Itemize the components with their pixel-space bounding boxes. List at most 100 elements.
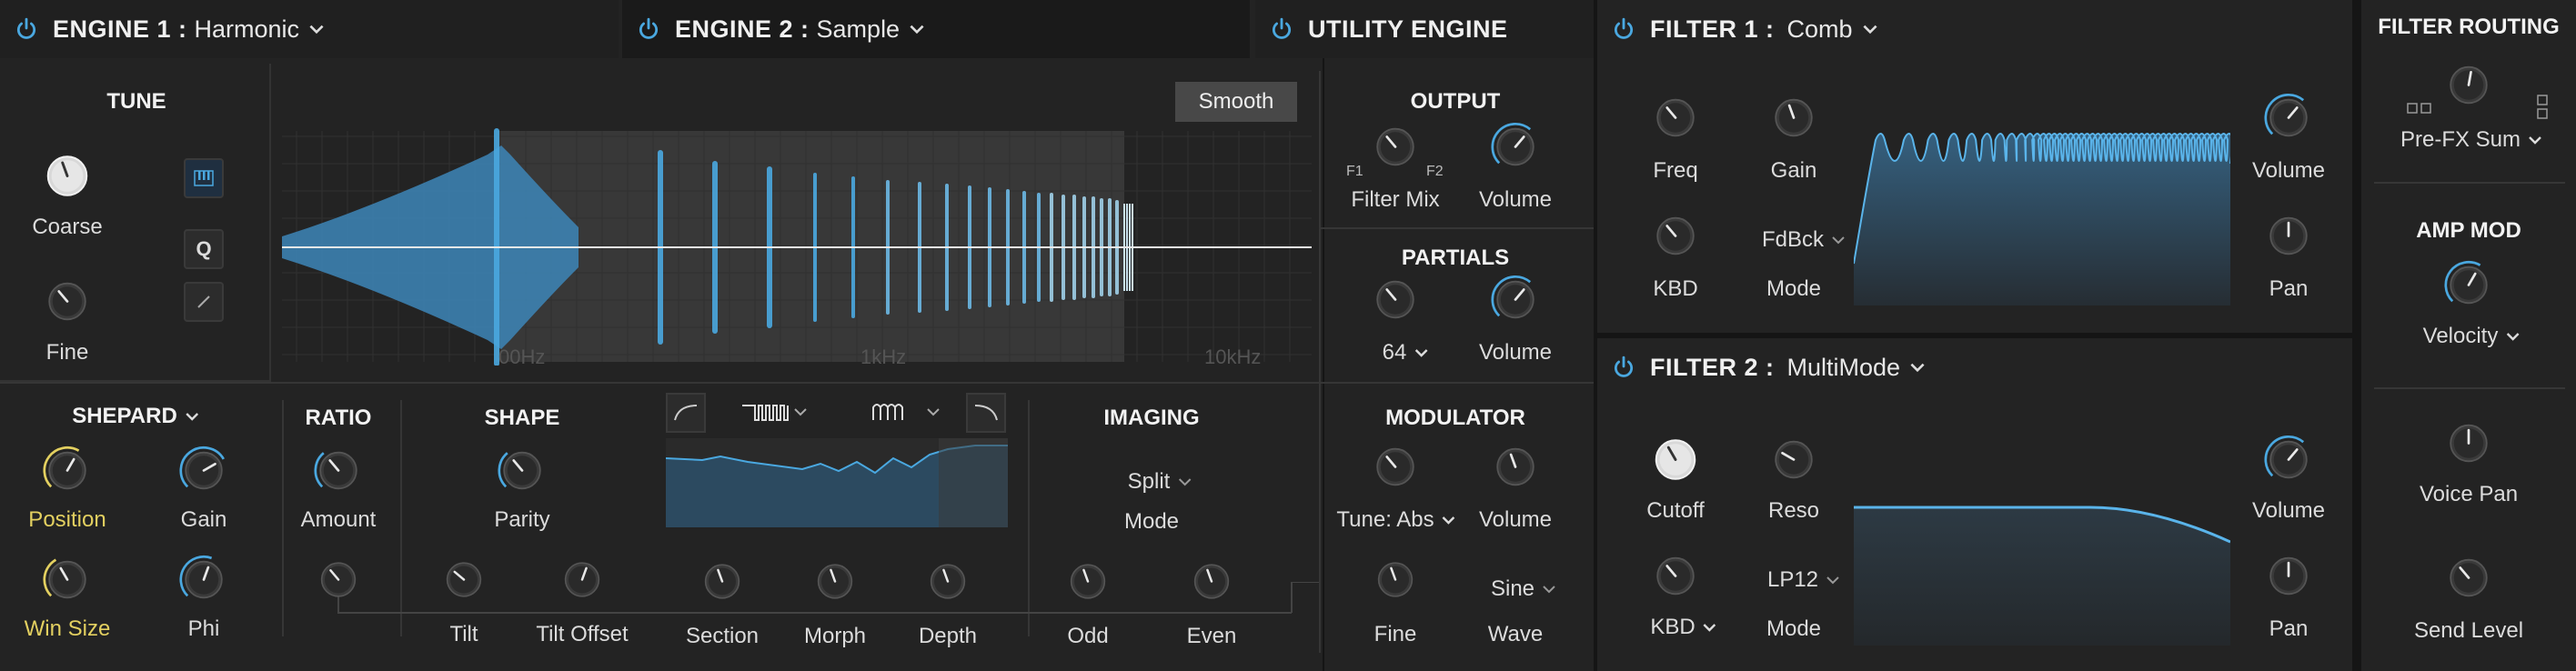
modulator-tune-knob[interactable] xyxy=(1371,443,1420,496)
chevron-down-icon[interactable] xyxy=(907,19,927,39)
imaging-mode-select[interactable]: Split xyxy=(1128,469,1194,495)
engine2-type-select[interactable]: Sample xyxy=(817,15,901,44)
curve-right-button[interactable] xyxy=(966,393,1006,433)
shape-a-select[interactable] xyxy=(739,398,811,430)
filter1-pan-knob[interactable] xyxy=(2264,212,2313,265)
filter1-type-select[interactable]: Comb xyxy=(1787,15,1853,44)
filter1-gain-knob[interactable] xyxy=(1769,94,1818,147)
filter2-volume-knob[interactable] xyxy=(2264,435,2313,489)
filter2-cutoff-knob[interactable] xyxy=(1649,434,1702,491)
filter2-kbd-knob[interactable] xyxy=(1651,552,1700,606)
knob-dial xyxy=(43,558,86,599)
shepard-title: SHEPARD xyxy=(72,404,177,428)
partials-knob[interactable] xyxy=(1371,275,1420,329)
amp-mod-knob[interactable] xyxy=(2444,260,2493,315)
keyboard-icon xyxy=(194,170,214,186)
knob-dial xyxy=(498,451,541,490)
spectrum-display[interactable] xyxy=(278,127,1312,366)
modulator-fine-knob[interactable] xyxy=(1373,557,1418,607)
power-icon[interactable] xyxy=(637,17,660,41)
partials-select[interactable]: 64 xyxy=(1383,340,1431,366)
filter1-pan-label: Pan xyxy=(2269,276,2309,301)
phi-knob[interactable] xyxy=(179,555,228,609)
shape-b-select[interactable] xyxy=(870,398,948,430)
filter1-mode-select[interactable]: FdBck xyxy=(1762,227,1847,253)
chevron-down-icon xyxy=(1703,624,1716,632)
shape-editor[interactable] xyxy=(665,438,1008,527)
filter1-gain-label: Gain xyxy=(1770,158,1817,183)
engine1-title: ENGINE 1 : xyxy=(53,15,187,43)
tilt-offset-knob[interactable] xyxy=(559,557,605,607)
gain-knob[interactable] xyxy=(179,446,228,500)
knob-dial xyxy=(1656,556,1695,596)
odd-knob[interactable] xyxy=(1065,559,1111,609)
curve-icon xyxy=(974,405,998,421)
modulator-tune-select[interactable]: Tune: Abs xyxy=(1336,507,1457,533)
win-size-knob[interactable] xyxy=(43,556,92,609)
smooth-button[interactable]: Smooth xyxy=(1175,82,1297,122)
even-knob[interactable] xyxy=(1189,559,1234,609)
modulator-wave-value: Sine xyxy=(1490,576,1535,601)
parallel-routing-icon xyxy=(2537,95,2548,119)
morph-knob[interactable] xyxy=(812,559,858,609)
position-label: Position xyxy=(28,507,106,532)
shepard-select[interactable]: SHEPARD xyxy=(72,404,201,429)
routing-select[interactable]: Pre-FX Sum xyxy=(2400,127,2544,153)
parity-knob[interactable] xyxy=(498,446,547,500)
section-divider xyxy=(282,400,284,636)
chevron-down-icon[interactable] xyxy=(1860,19,1880,39)
voice-pan-knob[interactable] xyxy=(2444,419,2493,473)
filter2-cutoff-label: Cutoff xyxy=(1646,498,1705,523)
modulator-wave-select[interactable]: Sine xyxy=(1491,576,1558,602)
filter2-pan-knob[interactable] xyxy=(2264,552,2313,606)
ratio-mod-knob[interactable] xyxy=(316,557,361,607)
knob-dial xyxy=(1491,275,1535,319)
filter2-mode-select[interactable]: LP12 xyxy=(1767,567,1842,593)
chevron-down-icon[interactable] xyxy=(307,19,327,39)
modulator-volume-knob[interactable] xyxy=(1491,443,1540,496)
filter1-freq-knob[interactable] xyxy=(1651,94,1700,147)
filter2-response-display[interactable] xyxy=(1854,491,2231,646)
chevron-down-icon xyxy=(1414,349,1428,357)
quantize-button[interactable]: Q xyxy=(184,229,224,269)
filter1-response-display[interactable] xyxy=(1853,127,2235,305)
power-icon[interactable] xyxy=(1612,356,1635,379)
knob-dial xyxy=(1377,562,1414,597)
send-level-knob[interactable] xyxy=(2444,554,2493,607)
keyboard-tracking-button[interactable] xyxy=(184,158,224,198)
coarse-label: Coarse xyxy=(32,215,103,239)
routing-value: Pre-FX Sum xyxy=(2400,127,2521,152)
power-icon[interactable] xyxy=(1270,17,1293,41)
voice-pan-label: Voice Pan xyxy=(2419,482,2519,506)
filter1-volume-knob[interactable] xyxy=(2264,93,2313,147)
amp-mod-select[interactable]: Velocity xyxy=(2423,324,2522,349)
fine-knob[interactable] xyxy=(43,277,92,331)
filter-mix-knob[interactable] xyxy=(1371,123,1420,176)
filter2-kbd-select[interactable]: KBD xyxy=(1650,615,1718,640)
amp-mod-title: AMP MOD xyxy=(2416,218,2521,243)
coarse-knob[interactable] xyxy=(41,150,94,207)
curve-left-button[interactable] xyxy=(666,393,706,433)
filter1-mode-label: Mode xyxy=(1766,276,1822,301)
amount-knob[interactable] xyxy=(314,446,363,500)
filter2-reso-label: Reso xyxy=(1767,498,1820,523)
pitch-draw-button[interactable] xyxy=(184,282,224,322)
chevron-down-icon[interactable] xyxy=(1907,357,1927,377)
section-knob[interactable] xyxy=(699,559,745,609)
power-icon[interactable] xyxy=(1612,17,1635,41)
filter2-reso-knob[interactable] xyxy=(1769,436,1818,489)
chevron-down-icon xyxy=(1178,478,1192,486)
utility-title: UTILITY ENGINE xyxy=(1308,15,1508,43)
output-volume-knob[interactable] xyxy=(1491,122,1540,176)
engine1-type-select[interactable]: Harmonic xyxy=(195,15,300,44)
power-icon[interactable] xyxy=(15,17,38,41)
filter1-kbd-knob[interactable] xyxy=(1651,212,1700,265)
routing-mix-knob[interactable] xyxy=(2444,61,2493,115)
filter2-type-select[interactable]: MultiMode xyxy=(1787,354,1901,382)
shape-curve xyxy=(665,438,1008,527)
depth-knob[interactable] xyxy=(925,559,971,609)
partials-volume-knob[interactable] xyxy=(1491,275,1540,329)
tilt-knob[interactable] xyxy=(441,557,487,607)
partials-volume-label: Volume xyxy=(1478,340,1553,365)
position-knob[interactable] xyxy=(43,446,92,500)
